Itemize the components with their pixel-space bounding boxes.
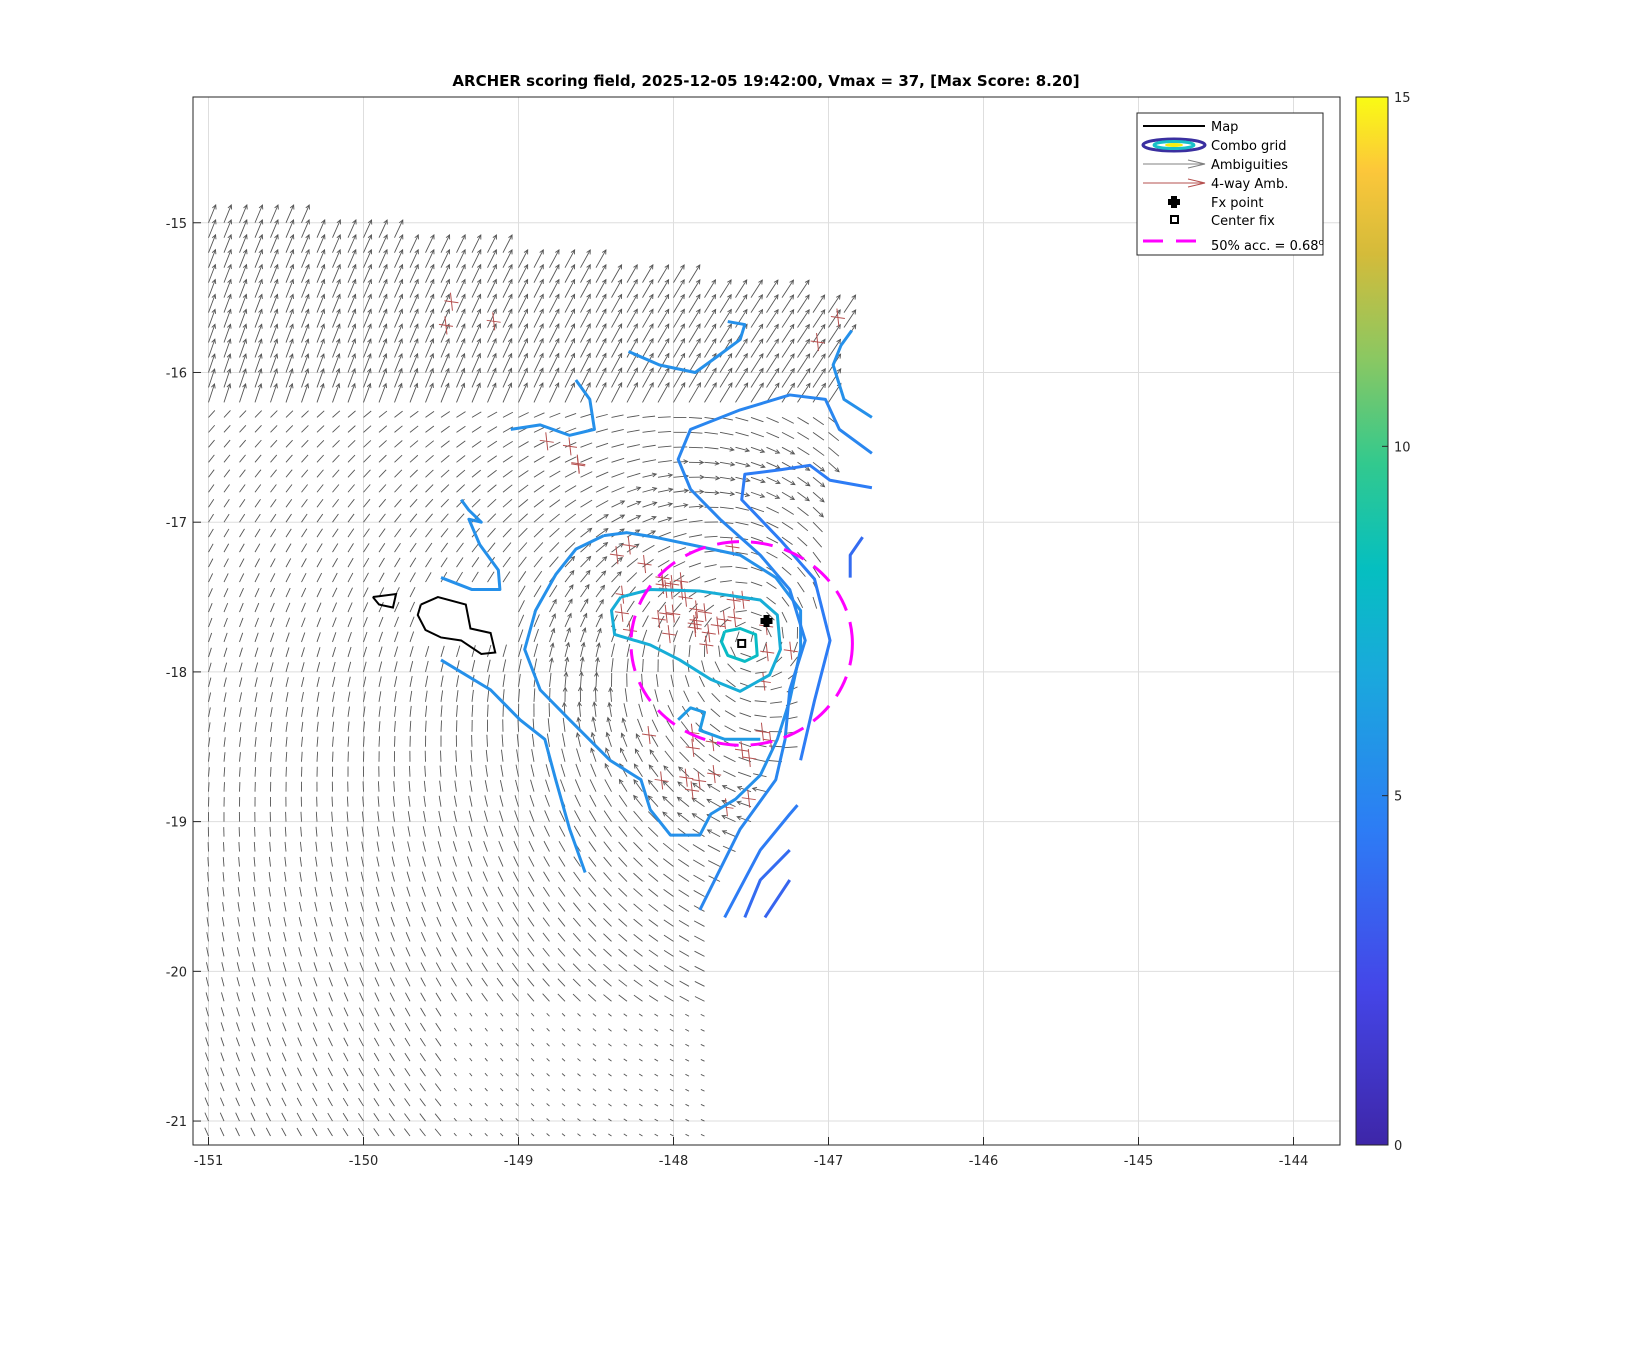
legend: Map Combo grid Ambiguities 4-way Amb. Fx… bbox=[1136, 112, 1325, 256]
ambiguity-arrow bbox=[657, 416, 671, 418]
colorbar-tick-label: 5 bbox=[1394, 790, 1402, 805]
ambiguity-arrow bbox=[238, 842, 240, 852]
x-tick-label: -147 bbox=[814, 1154, 844, 1169]
ambiguity-arrow bbox=[769, 716, 783, 718]
ambiguity-arrow bbox=[440, 720, 442, 732]
legend-acc: 50% acc. = 0.68o bbox=[1211, 238, 1325, 254]
ambiguity-arrow bbox=[300, 811, 302, 822]
ambiguity-arrow bbox=[207, 857, 209, 867]
ambiguity-arrow bbox=[346, 796, 349, 807]
legend-combo: Combo grid bbox=[1211, 139, 1287, 154]
ambiguity-arrow bbox=[377, 781, 380, 792]
y-tick-label: -21 bbox=[166, 1115, 187, 1130]
legend-center-swatch bbox=[1170, 215, 1179, 224]
y-tick-label: -17 bbox=[166, 516, 187, 531]
x-tick-label: -150 bbox=[349, 1154, 379, 1169]
legend-ambiguities: Ambiguities bbox=[1211, 158, 1288, 173]
ambiguity-arrow bbox=[408, 765, 411, 777]
ambiguity-arrow bbox=[270, 766, 272, 777]
y-tick-label: -15 bbox=[166, 217, 187, 232]
x-tick-label: -146 bbox=[969, 1154, 999, 1169]
legend-fx: Fx point bbox=[1211, 196, 1263, 211]
colorbar bbox=[1355, 96, 1389, 1146]
ambiguity-arrow bbox=[719, 566, 733, 568]
colorbar-tick-label: 10 bbox=[1394, 440, 1411, 455]
ambiguity-arrow bbox=[517, 719, 519, 732]
center-fix bbox=[737, 638, 747, 648]
ambiguity-arrow bbox=[688, 446, 703, 449]
ambiguity-arrow bbox=[316, 751, 319, 762]
x-tick-label: -151 bbox=[194, 1154, 224, 1169]
legend-4way: 4-way Amb. bbox=[1211, 177, 1288, 192]
colorbar-tick-label: 15 bbox=[1394, 91, 1411, 106]
x-tick-label: -145 bbox=[1124, 1154, 1154, 1169]
ambiguity-arrow bbox=[378, 736, 381, 747]
ambiguity-arrow bbox=[594, 687, 597, 702]
ambiguity-arrow bbox=[331, 796, 333, 807]
ambiguity-arrow bbox=[208, 782, 210, 792]
y-tick-label: -19 bbox=[166, 816, 187, 831]
legend-map: Map bbox=[1211, 120, 1238, 135]
ambiguity-arrow bbox=[254, 767, 257, 777]
x-tick-label: -149 bbox=[504, 1154, 534, 1169]
ambiguity-arrow bbox=[223, 842, 225, 852]
y-tick-label: -16 bbox=[166, 366, 187, 381]
legend-center: Center fix bbox=[1211, 214, 1275, 229]
chart-title: ARCHER scoring field, 2025-12-05 19:42:0… bbox=[452, 72, 1079, 90]
x-tick-label: -148 bbox=[659, 1154, 689, 1169]
archer-figure: ARCHER scoring field, 2025-12-05 19:42:0… bbox=[166, 72, 1411, 1169]
y-tick-label: -20 bbox=[166, 965, 187, 980]
colorbar-tick-label: 0 bbox=[1394, 1139, 1402, 1154]
ambiguity-arrow bbox=[269, 826, 271, 837]
y-tick-label: -18 bbox=[166, 666, 187, 681]
ambiguity-arrow bbox=[672, 659, 674, 672]
ambiguity-arrow bbox=[487, 704, 489, 717]
x-tick-label: -144 bbox=[1279, 1154, 1309, 1169]
